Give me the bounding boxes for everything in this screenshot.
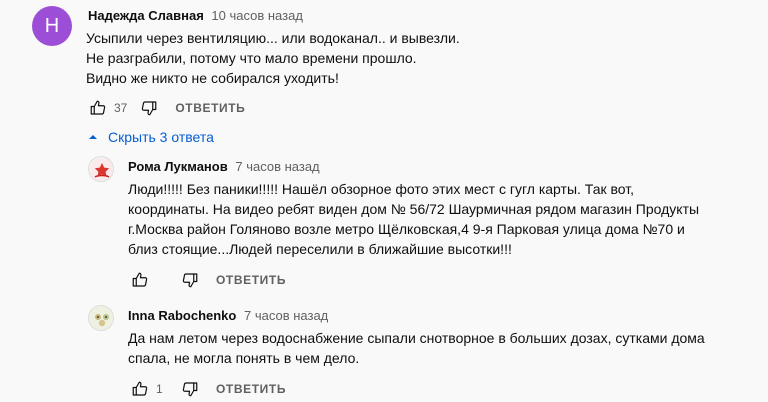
reply-header: Рома Лукманов 7 часов назад	[128, 159, 320, 174]
reply: Inna Rabochenko 7 часов назад Да нам лет…	[0, 300, 768, 402]
reply-text: Люди!!!!! Без паники!!!!! Нашёл обзорное…	[128, 181, 700, 257]
reply-text: Да нам летом через водоснабжение сыпали …	[128, 330, 705, 366]
avatar[interactable]	[88, 156, 114, 182]
reply-button[interactable]: ОТВЕТИТЬ	[216, 382, 286, 396]
like-count: 1	[156, 382, 163, 396]
avatar-letter: H	[32, 6, 72, 46]
reply-toolbar: 1 ОТВЕТИТЬ	[128, 377, 286, 401]
comment-header: Надежда Славная 10 часов назад	[88, 8, 303, 23]
hide-replies-button[interactable]: Скрыть 3 ответа	[86, 126, 214, 148]
thumbs-down-icon[interactable]	[178, 377, 202, 401]
reply-header: Inna Rabochenko 7 часов назад	[128, 308, 328, 323]
like-count: 37	[114, 101, 128, 115]
author-name[interactable]: Inna Rabochenko	[128, 308, 236, 323]
comment-toolbar: 37 ОТВЕТИТЬ	[86, 96, 245, 120]
chevron-up-icon	[86, 130, 100, 144]
thumbs-up-icon[interactable]	[128, 268, 152, 292]
reply-button[interactable]: ОТВЕТИТЬ	[216, 273, 286, 287]
author-name[interactable]: Рома Лукманов	[128, 159, 228, 174]
hide-replies-label: Скрыть 3 ответа	[108, 129, 214, 145]
thumbs-up-icon[interactable]	[128, 377, 152, 401]
avatar-image	[90, 158, 113, 181]
avatar-image	[90, 307, 113, 330]
author-name[interactable]: Надежда Славная	[88, 8, 204, 23]
comment-time[interactable]: 10 часов назад	[211, 8, 303, 23]
thumbs-down-icon[interactable]	[137, 96, 161, 120]
avatar[interactable]: H	[32, 6, 72, 46]
reply: Рома Лукманов 7 часов назад Люди!!!!! Бе…	[0, 150, 768, 294]
reply-button[interactable]: ОТВЕТИТЬ	[175, 101, 245, 115]
thumbs-down-icon[interactable]	[178, 268, 202, 292]
comment-text: Усыпили через вентиляцию... или водокана…	[86, 30, 460, 86]
comment-thread: H Надежда Славная 10 часов назад Усыпили…	[0, 0, 768, 120]
reply-toolbar: ОТВЕТИТЬ	[128, 268, 286, 292]
comment-time[interactable]: 7 часов назад	[244, 308, 328, 323]
thumbs-up-icon[interactable]	[86, 96, 110, 120]
comment-time[interactable]: 7 часов назад	[235, 159, 319, 174]
avatar[interactable]	[88, 305, 114, 331]
